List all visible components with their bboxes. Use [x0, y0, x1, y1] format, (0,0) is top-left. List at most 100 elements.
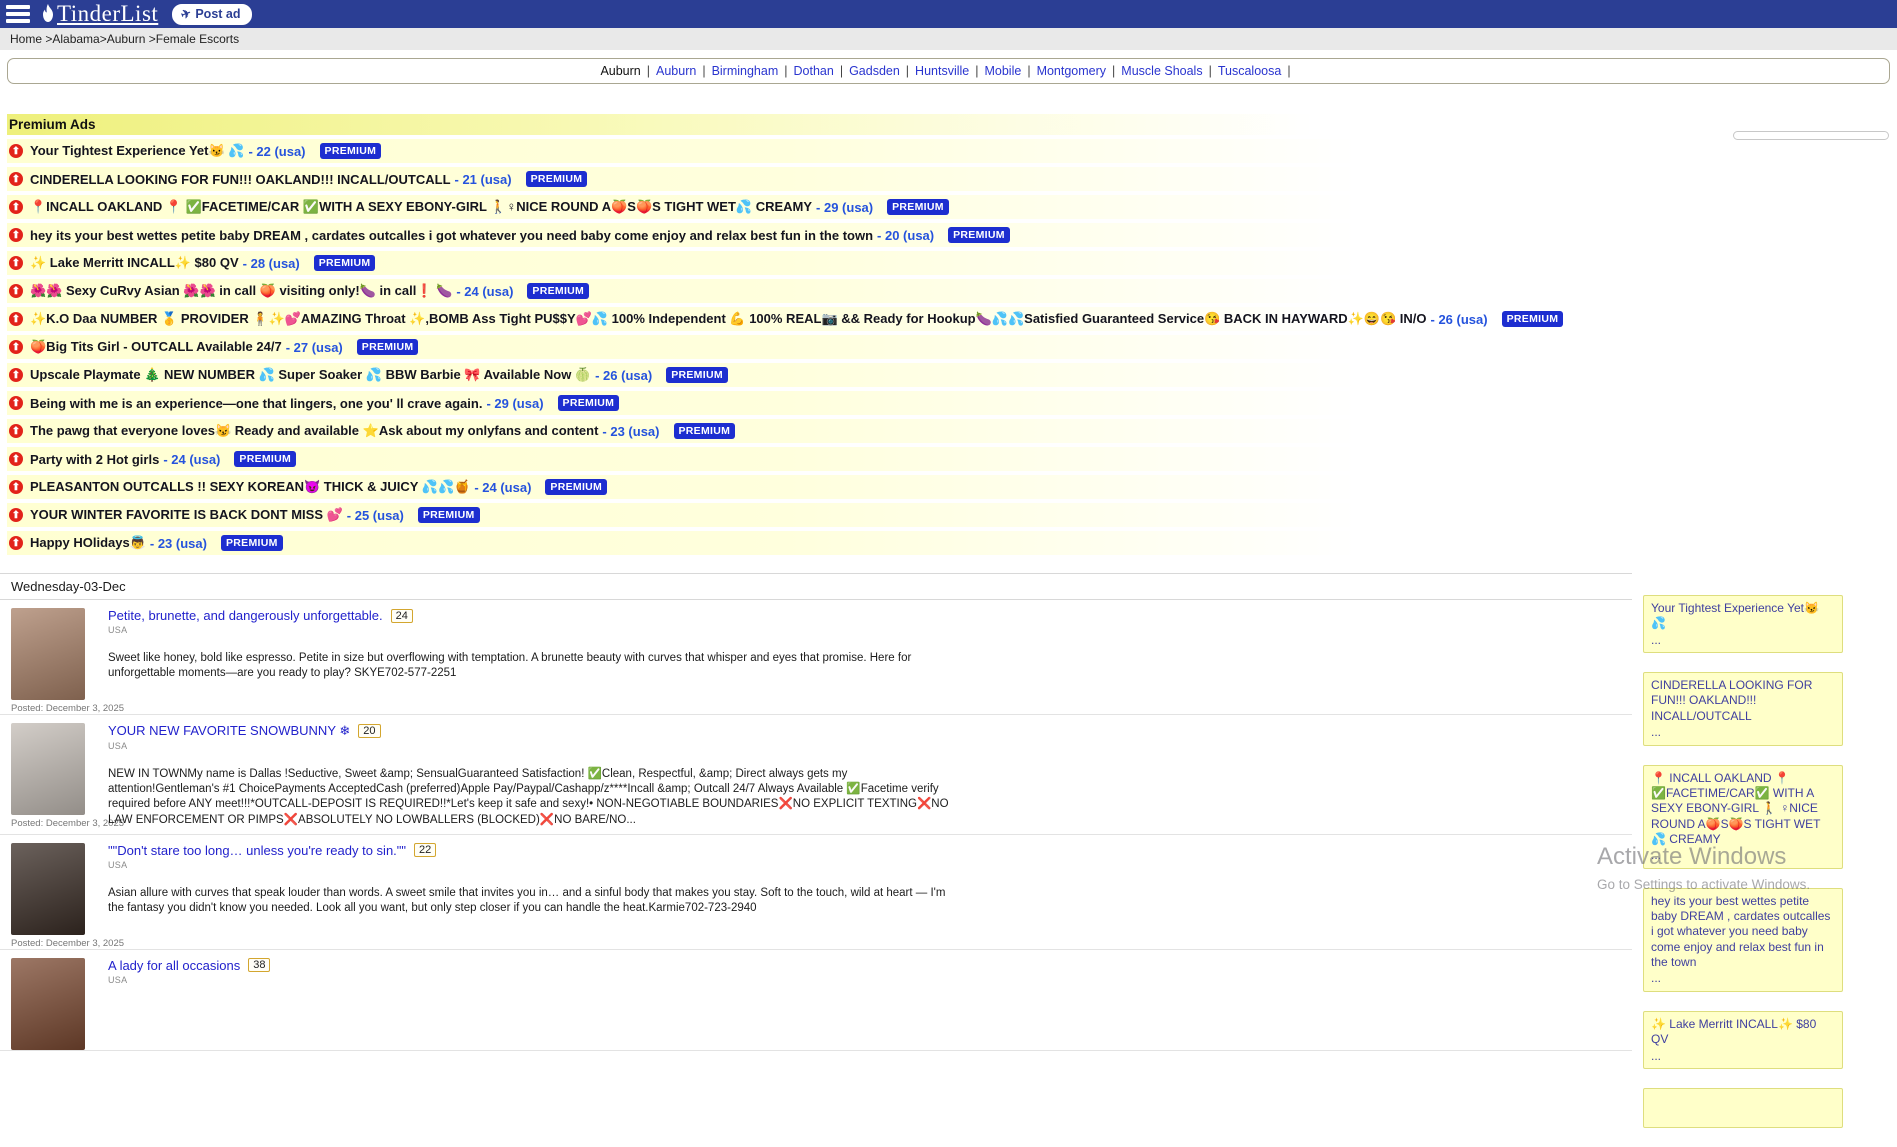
- premium-ad-title[interactable]: Upscale Playmate 🎄 NEW NUMBER 💦 Super So…: [30, 367, 591, 383]
- listing-title-link[interactable]: YOUR NEW FAVORITE SNOWBUNNY ❄: [108, 723, 350, 739]
- premium-ad-title[interactable]: hey its your best wettes petite baby DRE…: [30, 228, 873, 243]
- premium-ad-row[interactable]: ⬆ 🌺🌺 Sexy CuRvy Asian 🌺🌺 in call 🍑 visit…: [7, 279, 1427, 303]
- menu-icon[interactable]: [6, 5, 30, 23]
- premium-ad-age: - 28 (usa): [243, 256, 300, 271]
- separator: |: [975, 64, 978, 78]
- premium-ad-row[interactable]: ⬆ Upscale Playmate 🎄 NEW NUMBER 💦 Super …: [7, 363, 1427, 387]
- premium-badge: PREMIUM: [558, 395, 620, 412]
- premium-ad-age: - 21 (usa): [455, 172, 512, 187]
- listing-row[interactable]: Posted: December 3, 2025 Petite, brunett…: [0, 600, 1632, 715]
- premium-ad-row[interactable]: ⬆ ✨K.O Daa NUMBER 🥇 PROVIDER 🧍✨💕AMAZING …: [7, 307, 1427, 331]
- arrow-up-icon: ⬆: [9, 256, 23, 270]
- premium-ad-title[interactable]: YOUR WINTER FAVORITE IS BACK DONT MISS 💕: [30, 507, 343, 523]
- premium-ad-title[interactable]: ✨ Lake Merritt INCALL✨ $80 QV: [30, 255, 239, 271]
- city-link[interactable]: Huntsville: [915, 64, 969, 78]
- premium-ad-title[interactable]: 📍INCALL OAKLAND 📍 ✅FACETIME/CAR ✅WITH A …: [30, 199, 812, 215]
- premium-ad-age: - 22 (usa): [248, 144, 305, 159]
- site-logo[interactable]: TinderList: [40, 1, 158, 27]
- city-link[interactable]: Tuscaloosa: [1218, 64, 1281, 78]
- city-link[interactable]: Muscle Shoals: [1121, 64, 1202, 78]
- premium-badge: PREMIUM: [666, 367, 728, 384]
- premium-ad-row[interactable]: ⬆ Being with me is an experience—one tha…: [7, 391, 1427, 415]
- city-link[interactable]: Gadsden: [849, 64, 900, 78]
- premium-ad-title[interactable]: ✨K.O Daa NUMBER 🥇 PROVIDER 🧍✨💕AMAZING Th…: [30, 311, 1427, 327]
- listing-row[interactable]: A lady for all occasions 38 USA: [0, 950, 1632, 1051]
- premium-ad-title[interactable]: PLEASANTON OUTCALLS !! SEXY KOREAN😈 THIC…: [30, 479, 470, 495]
- breadcrumb[interactable]: Home >Alabama>Auburn >Female Escorts: [0, 28, 1897, 50]
- horizontal-scrollbar[interactable]: [1733, 131, 1889, 140]
- arrow-up-icon: ⬆: [9, 228, 23, 242]
- listing-row[interactable]: Posted: December 3, 2025 YOUR NEW FAVORI…: [0, 715, 1632, 835]
- premium-ad-row[interactable]: ⬆ ✨ Lake Merritt INCALL✨ $80 QV - 28 (us…: [7, 251, 1427, 275]
- sidebar-premium-ads: Your Tightest Experience Yet😼 💦 ... CIND…: [1643, 595, 1843, 1147]
- premium-ad-row[interactable]: ⬆ Party with 2 Hot girls - 24 (usa) PREM…: [7, 447, 1427, 471]
- sidebar-ad-title: CINDERELLA LOOKING FOR FUN!!! OAKLAND!!!…: [1651, 678, 1835, 724]
- arrow-up-icon: ⬆: [9, 172, 23, 186]
- listing-description: Sweet like honey, bold like espresso. Pe…: [108, 651, 957, 681]
- city-link[interactable]: Birmingham: [712, 64, 779, 78]
- premium-ad-row[interactable]: ⬆ The pawg that everyone loves😼 Ready an…: [7, 419, 1427, 443]
- logo-text: TinderList: [57, 1, 158, 27]
- sidebar-ad-box[interactable]: ✨ Lake Merritt INCALL✨ $80 QV ...: [1643, 1011, 1843, 1069]
- premium-ad-title[interactable]: CINDERELLA LOOKING FOR FUN!!! OAKLAND!!!…: [30, 172, 451, 187]
- premium-ad-age: - 24 (usa): [474, 480, 531, 495]
- separator: |: [702, 64, 705, 78]
- separator: |: [1027, 64, 1030, 78]
- premium-ad-title[interactable]: Being with me is an experience—one that …: [30, 396, 482, 411]
- premium-ad-age: - 23 (usa): [602, 424, 659, 439]
- age-badge: 22: [414, 843, 436, 857]
- listing-country: USA: [108, 625, 957, 635]
- premium-ad-row[interactable]: ⬆ YOUR WINTER FAVORITE IS BACK DONT MISS…: [7, 503, 1427, 527]
- sidebar-ad-box[interactable]: hey its your best wettes petite baby DRE…: [1643, 888, 1843, 992]
- arrow-up-icon: ⬆: [9, 536, 23, 550]
- separator: |: [647, 64, 650, 78]
- city-link[interactable]: Dothan: [794, 64, 834, 78]
- listing-thumb-column: [11, 958, 97, 1050]
- premium-ad-row[interactable]: ⬆ hey its your best wettes petite baby D…: [7, 223, 1427, 247]
- premium-ads-section: Premium Ads ⬆ Your Tightest Experience Y…: [0, 114, 1897, 555]
- premium-ad-row[interactable]: ⬆ Your Tightest Experience Yet😼 💦 - 22 (…: [7, 139, 1427, 163]
- sidebar-ad-box[interactable]: Your Tightest Experience Yet😼 💦 ...: [1643, 595, 1843, 653]
- sidebar-ad-box[interactable]: 📍 INCALL OAKLAND 📍 ✅FACETIME/CAR✅ WITH A…: [1643, 765, 1843, 869]
- premium-ad-title[interactable]: Party with 2 Hot girls: [30, 452, 159, 467]
- premium-ad-title[interactable]: The pawg that everyone loves😼 Ready and …: [30, 423, 598, 439]
- listing-thumbnail[interactable]: [11, 843, 85, 935]
- listing-thumbnail[interactable]: [11, 958, 85, 1050]
- listing-country: USA: [108, 860, 957, 870]
- city-link[interactable]: Montgomery: [1037, 64, 1106, 78]
- premium-badge: PREMIUM: [314, 255, 376, 272]
- premium-ad-row[interactable]: ⬆ CINDERELLA LOOKING FOR FUN!!! OAKLAND!…: [7, 167, 1427, 191]
- premium-ad-title[interactable]: 🍑Big Tits Girl - OUTCALL Available 24/7: [30, 339, 282, 355]
- listing-description: Asian allure with curves that speak loud…: [108, 886, 957, 916]
- sidebar-ad-box[interactable]: CINDERELLA LOOKING FOR FUN!!! OAKLAND!!!…: [1643, 672, 1843, 745]
- age-badge: 24: [391, 609, 413, 623]
- listing-title-link[interactable]: ""Don't stare too long… unless you're re…: [108, 843, 406, 858]
- post-ad-label: Post ad: [195, 7, 240, 21]
- listing-title-link[interactable]: Petite, brunette, and dangerously unforg…: [108, 608, 383, 623]
- sidebar-ad-box-partial[interactable]: [1643, 1088, 1843, 1128]
- post-ad-button[interactable]: ✈ Post ad: [172, 4, 251, 25]
- listing-row[interactable]: Posted: December 3, 2025 ""Don't stare t…: [0, 835, 1632, 950]
- city-link[interactable]: Auburn: [656, 64, 696, 78]
- listing-thumbnail[interactable]: [11, 723, 85, 815]
- premium-ad-row[interactable]: ⬆ 📍INCALL OAKLAND 📍 ✅FACETIME/CAR ✅WITH …: [7, 195, 1427, 219]
- premium-badge: PREMIUM: [320, 143, 382, 160]
- breadcrumb-text: Home >Alabama>Auburn >Female Escorts: [10, 32, 239, 46]
- premium-badge: PREMIUM: [418, 507, 480, 524]
- age-badge: 20: [358, 724, 380, 738]
- arrow-up-icon: ⬆: [9, 340, 23, 354]
- premium-ad-row[interactable]: ⬆ Happy HOlidays👼 - 23 (usa) PREMIUM: [7, 531, 1427, 555]
- city-link[interactable]: Mobile: [984, 64, 1021, 78]
- listing-title-link[interactable]: A lady for all occasions: [108, 958, 240, 973]
- premium-ad-title[interactable]: Happy HOlidays👼: [30, 535, 146, 551]
- listing-thumbnail[interactable]: [11, 608, 85, 700]
- premium-ad-row[interactable]: ⬆ PLEASANTON OUTCALLS !! SEXY KOREAN😈 TH…: [7, 475, 1427, 499]
- premium-ad-age: - 27 (usa): [286, 340, 343, 355]
- city-navigation-box: Auburn | Auburn | Birmingham | Dothan | …: [7, 58, 1890, 84]
- premium-ad-title[interactable]: 🌺🌺 Sexy CuRvy Asian 🌺🌺 in call 🍑 visitin…: [30, 283, 452, 299]
- premium-ad-title[interactable]: Your Tightest Experience Yet😼 💦: [30, 143, 244, 159]
- sidebar-ad-title: hey its your best wettes petite baby DRE…: [1651, 894, 1835, 971]
- premium-badge: PREMIUM: [527, 283, 589, 300]
- premium-ad-row[interactable]: ⬆ 🍑Big Tits Girl - OUTCALL Available 24/…: [7, 335, 1427, 359]
- separator: |: [1287, 64, 1290, 78]
